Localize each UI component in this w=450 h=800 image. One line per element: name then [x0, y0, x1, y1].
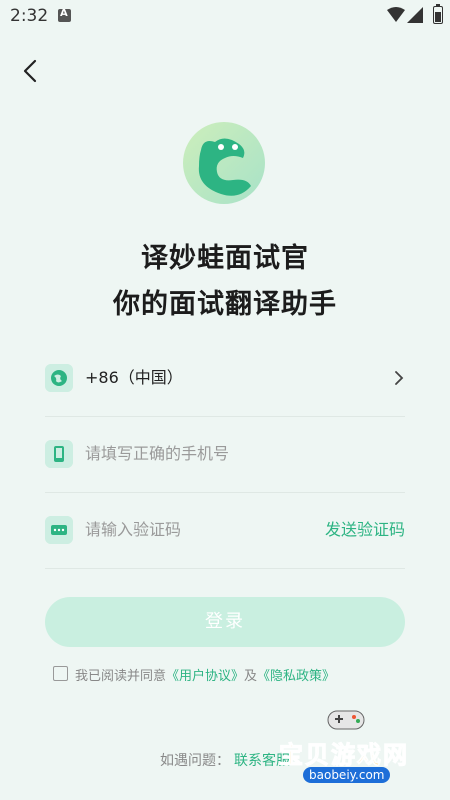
agreement-text: 我已阅读并同意《用户协议》及《隐私政策》	[75, 665, 335, 684]
send-code-button[interactable]: 发送验证码	[325, 516, 405, 544]
battery-icon	[433, 4, 443, 24]
phone-input[interactable]: 请填写正确的手机号	[85, 440, 229, 468]
signal-icon	[407, 7, 423, 23]
privacy-policy-link[interactable]: 《隐私政策》	[257, 669, 335, 684]
watermark: 宝贝游戏网 baobeiy.com	[275, 705, 445, 795]
login-button[interactable]: 登录	[45, 597, 405, 647]
app-slogan: 你的面试翻译助手	[113, 289, 337, 320]
status-bar: 2:32	[0, 0, 450, 32]
agreement-prefix: 我已阅读并同意	[75, 669, 167, 684]
help-row: 如遇问题： 联系客服	[160, 750, 290, 770]
gamepad-icon	[327, 710, 365, 730]
watermark-title: 宝贝游戏网	[279, 741, 409, 770]
user-agreement-link[interactable]: 《用户协议》	[166, 669, 244, 684]
agreement-and: 及	[244, 669, 258, 684]
verification-code-field[interactable]: 请输入验证码 发送验证码	[45, 492, 405, 569]
phone-number-field[interactable]: 请填写正确的手机号	[45, 416, 405, 493]
phone-icon	[45, 440, 73, 468]
help-prefix: 如遇问题：	[160, 753, 230, 769]
watermark-url: baobeiy.com	[303, 767, 391, 783]
app-logo	[183, 122, 265, 204]
country-code-selector[interactable]: +86（中国）	[45, 340, 405, 417]
notification-a-icon	[58, 8, 71, 22]
country-code-value: +86（中国）	[85, 368, 183, 387]
app-name: 译妙蛙面试官	[141, 243, 309, 274]
agreement-checkbox[interactable]	[53, 666, 68, 681]
wifi-icon	[387, 7, 405, 22]
globe-icon	[45, 364, 73, 392]
status-time: 2:32	[10, 6, 49, 26]
verification-code-input[interactable]: 请输入验证码	[85, 516, 181, 544]
chevron-right-icon	[395, 371, 404, 385]
sms-icon	[45, 516, 73, 544]
back-arrow-icon[interactable]	[16, 56, 46, 86]
